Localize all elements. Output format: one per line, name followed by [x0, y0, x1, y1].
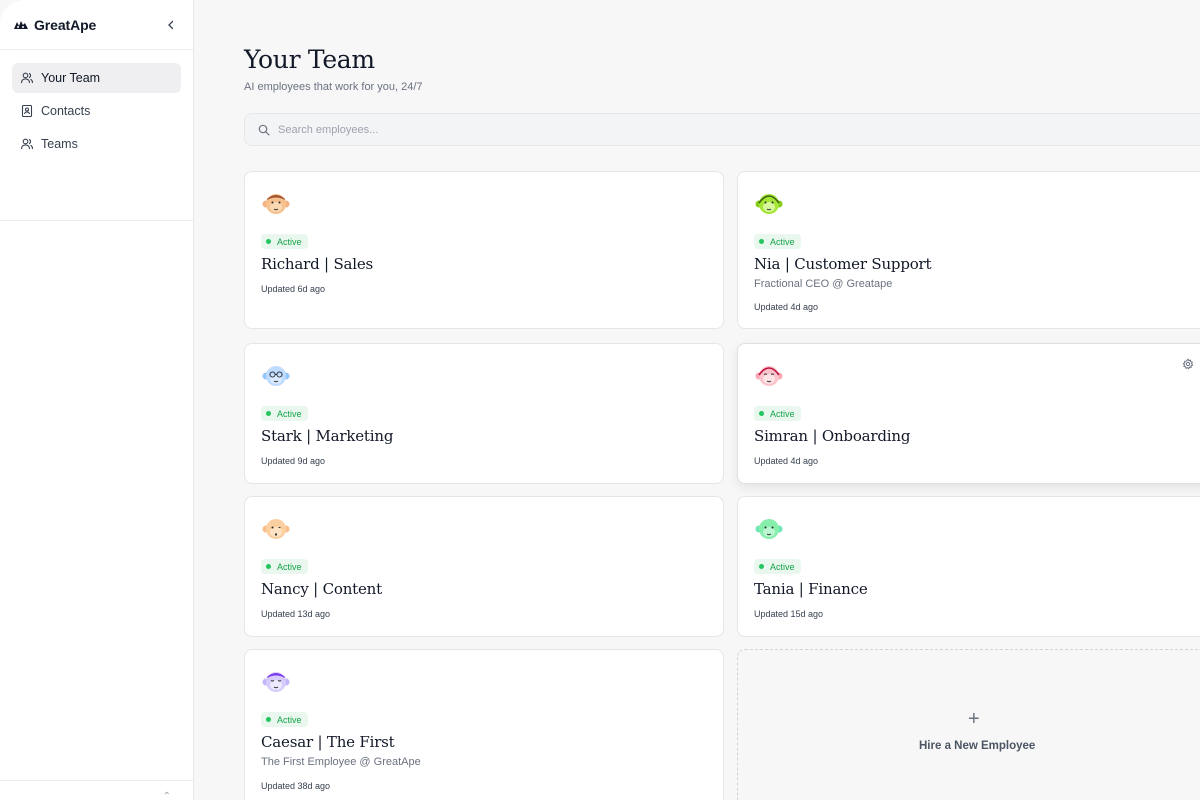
main-content: Your Team AI employees that work for you…	[244, 0, 1200, 800]
status-badge: Active	[754, 234, 801, 249]
sidebar-item-contacts[interactable]: Contacts	[12, 96, 181, 126]
employee-name: Nancy | Content	[261, 580, 382, 598]
updated-timestamp: Updated 6d ago	[261, 284, 326, 294]
mint-ape-avatar-icon	[755, 519, 783, 539]
sidebar-nav: Your Team Contacts Teams	[0, 50, 193, 221]
employee-card-caesar[interactable]: Active Caesar | The First The First Empl…	[244, 649, 724, 800]
employee-subtitle: Fractional CEO @ Greatape	[754, 278, 893, 290]
sidebar-item-label: Your Team	[41, 71, 101, 85]
employee-name: Richard | Sales	[261, 255, 374, 273]
app-name: GreatApe	[34, 16, 97, 33]
search-icon	[258, 124, 270, 136]
sidebar-footer: ⌃	[0, 780, 193, 800]
updated-timestamp: Updated 15d ago	[754, 609, 824, 619]
employee-name: Stark | Marketing	[261, 427, 394, 445]
employee-subtitle: The First Employee @ GreatApe	[261, 756, 421, 768]
chevron-left-icon	[168, 20, 174, 29]
updated-timestamp: Updated 9d ago	[261, 456, 326, 466]
contact-book-icon	[20, 104, 34, 118]
pink-ape-headset-avatar-icon	[755, 366, 783, 386]
employee-name: Caesar | The First	[261, 733, 395, 751]
peach-ape-avatar-icon	[262, 519, 290, 539]
search-input[interactable]	[278, 123, 878, 136]
status-badge: Active	[261, 406, 308, 421]
purple-ape-avatar-icon	[262, 672, 290, 692]
updated-timestamp: Updated 4d ago	[754, 456, 819, 466]
users-icon	[20, 137, 34, 151]
employee-name: Nia | Customer Support	[754, 255, 932, 273]
settings-gear-icon[interactable]	[1182, 358, 1194, 370]
page-subtitle: AI employees that work for you, 24/7	[244, 81, 423, 93]
caret-up-icon[interactable]: ⌃	[163, 791, 171, 800]
green-ape-headset-avatar-icon	[755, 194, 783, 214]
brand-header: GreatApe	[0, 0, 193, 50]
status-badge: Active	[261, 712, 308, 727]
card-actions	[1182, 358, 1200, 370]
employee-name: Tania | Finance	[754, 580, 868, 598]
employee-card-tania[interactable]: Active Tania | Finance Updated 15d ago	[737, 496, 1200, 637]
employee-card-nia[interactable]: Active Nia | Customer Support Fractional…	[737, 171, 1200, 329]
updated-timestamp: Updated 4d ago	[754, 302, 819, 312]
plus-icon: +	[968, 708, 980, 730]
status-badge: Active	[754, 406, 801, 421]
employee-card-stark[interactable]: Active Stark | Marketing Updated 9d ago	[244, 343, 724, 484]
users-icon	[20, 71, 34, 85]
page-title: Your Team	[244, 45, 375, 74]
employee-name: Simran | Onboarding	[754, 427, 911, 445]
collapse-sidebar-button[interactable]	[163, 17, 179, 33]
sidebar-item-teams[interactable]: Teams	[12, 129, 181, 159]
updated-timestamp: Updated 38d ago	[261, 781, 331, 791]
status-badge: Active	[754, 559, 801, 574]
sidebar-item-your-team[interactable]: Your Team	[12, 63, 181, 93]
sidebar-item-label: Teams	[41, 137, 78, 151]
sidebar-item-label: Contacts	[41, 104, 91, 118]
greatape-logo-icon	[14, 20, 28, 29]
status-badge: Active	[261, 234, 308, 249]
employee-card-simran[interactable]: Active Simran | Onboarding Updated 4d ag…	[737, 343, 1200, 484]
updated-timestamp: Updated 13d ago	[261, 609, 331, 619]
orange-ape-avatar-icon	[262, 194, 290, 214]
hire-label: Hire a New Employee	[919, 740, 1036, 752]
hire-new-employee-button[interactable]: + Hire a New Employee	[737, 649, 1200, 800]
employee-card-nancy[interactable]: Active Nancy | Content Updated 13d ago	[244, 496, 724, 637]
employee-card-richard[interactable]: Active Richard | Sales Updated 6d ago	[244, 171, 724, 329]
search-bar	[244, 113, 1200, 146]
blue-ape-glasses-avatar-icon	[262, 366, 290, 386]
status-badge: Active	[261, 559, 308, 574]
sidebar: GreatApe Your Team Contacts Teams ⌃	[0, 0, 194, 800]
